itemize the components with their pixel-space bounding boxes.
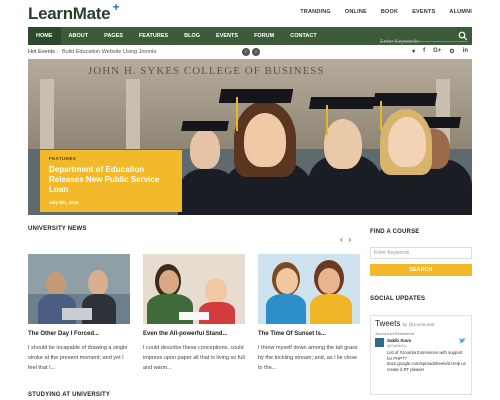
thumb-bg bbox=[28, 254, 130, 294]
top-nav: TRANDING ONLINE BOOK EVENTS ALUMNI bbox=[300, 9, 472, 15]
logo-plus: + bbox=[112, 0, 120, 14]
graduate-face bbox=[190, 129, 220, 169]
person-face bbox=[46, 272, 66, 296]
nav-about[interactable]: ABOUT bbox=[61, 27, 97, 45]
person-face bbox=[88, 270, 108, 296]
prev-arrow-icon[interactable]: ‹ bbox=[242, 48, 250, 56]
news-title[interactable]: The Time Of Sunset Is... bbox=[258, 331, 360, 337]
google-plus-icon[interactable]: G+ bbox=[433, 48, 441, 55]
nav-pages[interactable]: PAGES bbox=[96, 27, 131, 45]
news-thumbnail[interactable] bbox=[258, 254, 360, 324]
page: LearnMate + TRANDING ONLINE BOOK EVENTS A… bbox=[0, 0, 500, 400]
next-arrow-icon[interactable]: › bbox=[252, 48, 260, 56]
hot-events-text[interactable]: Build Education Website Using Joomla bbox=[62, 49, 156, 55]
logo-text: LearnMate bbox=[28, 4, 111, 23]
topnav-book[interactable]: BOOK bbox=[381, 9, 398, 15]
retweet-label: JoomLead Retweeted bbox=[375, 331, 414, 336]
nav-contact[interactable]: CONTACT bbox=[282, 27, 324, 45]
child-face bbox=[205, 278, 227, 304]
graduate-face bbox=[324, 119, 362, 169]
tweet-body: List of #Joomla Extensions with support … bbox=[387, 350, 466, 372]
nav-home[interactable]: HOME bbox=[28, 27, 61, 45]
social-link-1[interactable]: ▾ bbox=[412, 48, 415, 55]
facebook-icon[interactable]: f bbox=[423, 48, 425, 55]
social-links: ▾ f G+ ⚙ in bbox=[412, 48, 468, 55]
news-title[interactable]: The Other Day I Forced... bbox=[28, 331, 130, 337]
studying-heading: STUDYING AT UNIVERSITY bbox=[28, 392, 111, 398]
nav-forum[interactable]: FORUM bbox=[246, 27, 282, 45]
news-card[interactable]: The Other Day I Forced... I should be in… bbox=[28, 254, 130, 373]
hero-feature-card[interactable]: FEATURES Department of Education Release… bbox=[40, 150, 182, 212]
graduation-cap bbox=[308, 97, 376, 109]
news-card[interactable]: Even the All-powerful Stand... I could d… bbox=[143, 254, 245, 373]
university-news-heading: UNIVERSITY NEWS bbox=[28, 226, 87, 232]
news-arrows: ‹ › bbox=[340, 235, 351, 244]
tweets-title: Tweets bbox=[375, 319, 401, 328]
news-title[interactable]: Even the All-powerful Stand... bbox=[143, 331, 245, 337]
feature-tag: FEATURES bbox=[49, 156, 77, 161]
top-bar: LearnMate + TRANDING ONLINE BOOK EVENTS A… bbox=[0, 0, 500, 26]
twitter-bird-icon bbox=[459, 338, 466, 344]
nav-search bbox=[380, 30, 468, 48]
hero-pillar bbox=[40, 79, 54, 159]
hot-events-bar: Hot Events : Build Education Website Usi… bbox=[28, 46, 472, 58]
tweets-header: Tweets by @JoomLead bbox=[375, 319, 467, 328]
laptop bbox=[62, 308, 92, 320]
nav-blog[interactable]: BLOG bbox=[176, 27, 208, 45]
child-face bbox=[276, 268, 298, 294]
graduate-face bbox=[244, 113, 286, 167]
topnav-events[interactable]: EVENTS bbox=[412, 9, 435, 15]
hero-pillar bbox=[126, 79, 140, 159]
news-desc: I could describe these conceptions, coul… bbox=[143, 345, 245, 371]
hot-events-label: Hot Events : bbox=[28, 49, 58, 55]
paper bbox=[179, 312, 209, 320]
search-icon[interactable] bbox=[458, 31, 468, 41]
news-card[interactable]: The Time Of Sunset Is... I throw myself … bbox=[258, 254, 360, 373]
news-desc: I should be incapable of drawing a singl… bbox=[28, 345, 128, 371]
news-thumbnail[interactable] bbox=[143, 254, 245, 324]
graduate-face bbox=[388, 117, 426, 167]
tassel bbox=[236, 97, 238, 131]
tweet-author: Sakib Suvo @SakibSu bbox=[375, 338, 467, 348]
nav-features[interactable]: FEATURES bbox=[131, 27, 176, 45]
news-thumbnail[interactable] bbox=[28, 254, 130, 324]
news-next-icon[interactable]: › bbox=[349, 235, 352, 244]
avatar[interactable] bbox=[375, 338, 384, 347]
tweets-widget[interactable]: Tweets by @JoomLead JoomLead Retweeted S… bbox=[370, 315, 472, 395]
topnav-trending[interactable]: TRANDING bbox=[300, 9, 331, 15]
tassel bbox=[326, 105, 328, 135]
graduation-cap bbox=[181, 121, 229, 131]
social-updates-heading: SOCIAL UPDATES bbox=[370, 296, 426, 302]
tweets-by[interactable]: by @JoomLead bbox=[403, 322, 435, 327]
graduation-cap bbox=[218, 89, 294, 103]
linkedin-icon[interactable]: in bbox=[463, 48, 468, 55]
news-desc: I throw myself down among the tall grass… bbox=[258, 345, 358, 371]
topnav-alumni[interactable]: ALUMNI bbox=[449, 9, 472, 15]
tassel bbox=[380, 101, 382, 131]
settings-icon[interactable]: ⚙ bbox=[449, 48, 454, 55]
topnav-online[interactable]: ONLINE bbox=[345, 9, 367, 15]
child-body bbox=[310, 294, 352, 324]
nav-events[interactable]: EVENTS bbox=[208, 27, 246, 45]
hero-building-sign: JOHN H. SYKES COLLEGE OF BUSINESS bbox=[88, 65, 325, 77]
child-face bbox=[318, 268, 340, 294]
tweet-author-handle[interactable]: @SakibSu bbox=[387, 343, 411, 348]
news-prev-icon[interactable]: ‹ bbox=[340, 235, 343, 244]
person-face bbox=[159, 270, 179, 294]
main-nav: HOME ABOUT PAGES FEATURES BLOG EVENTS FO… bbox=[28, 27, 472, 48]
feature-title[interactable]: Department of Education Releases New Pub… bbox=[49, 165, 173, 195]
find-course-heading: FIND A COURSE bbox=[370, 229, 420, 235]
child-body bbox=[266, 294, 306, 324]
course-search-input[interactable] bbox=[370, 247, 472, 259]
feature-date: July 8th, 2016 bbox=[49, 200, 79, 205]
course-search-button[interactable]: SEARCH bbox=[370, 264, 472, 276]
graduation-cap bbox=[372, 93, 438, 106]
site-logo[interactable]: LearnMate + bbox=[28, 0, 120, 24]
hot-events-arrows: ‹ › bbox=[242, 48, 260, 56]
